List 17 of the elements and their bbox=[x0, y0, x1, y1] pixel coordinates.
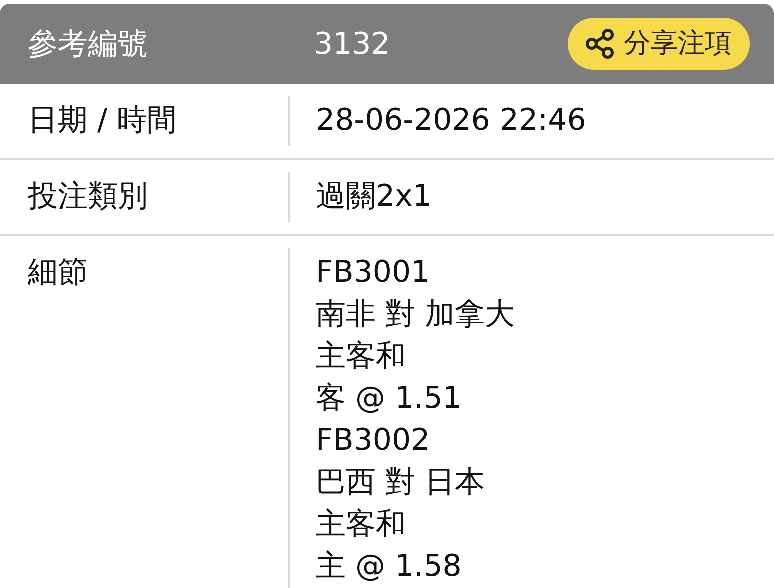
reference-number: 3132 bbox=[313, 26, 392, 64]
field-value: 客 @ 1.51 bbox=[316, 380, 462, 418]
field-label: 日期 / 時間 bbox=[28, 103, 178, 138]
field-value: FB3001 bbox=[316, 254, 430, 292]
field-label: 投注類別 bbox=[28, 179, 148, 214]
field-value: FB3002 bbox=[316, 422, 430, 460]
field-value: 過關2x1 bbox=[316, 178, 432, 216]
field-label: 細節 bbox=[28, 255, 88, 290]
field-value: 28-06-2026 22:46 bbox=[316, 102, 586, 140]
field-value: 巴西 對 日本 bbox=[316, 464, 486, 502]
field-value: 主 @ 1.58 bbox=[316, 548, 462, 586]
share-button[interactable]: 分享注項 bbox=[568, 18, 750, 70]
field-value: 主客和 bbox=[316, 506, 406, 544]
share-icon bbox=[584, 28, 616, 60]
field-value: 南非 對 加拿大 bbox=[316, 296, 516, 334]
field-value: 主客和 bbox=[316, 338, 406, 376]
reference-label: 參考編號 bbox=[28, 26, 148, 62]
